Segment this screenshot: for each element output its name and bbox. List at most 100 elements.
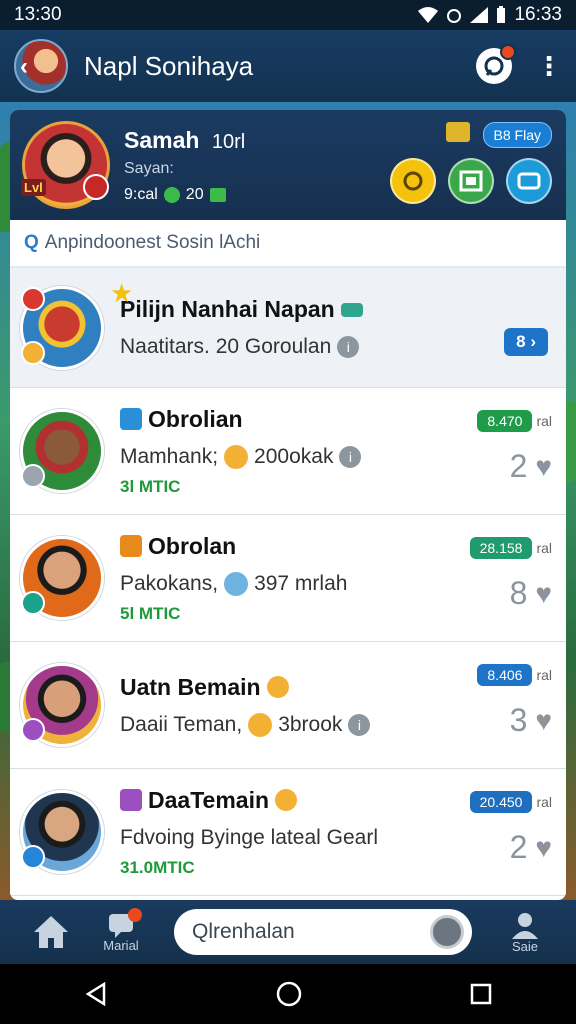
avatar[interactable] [20,409,104,493]
nav-profile[interactable]: Saie [490,911,560,954]
battery-icon [497,6,506,23]
avatar[interactable] [20,285,104,370]
chat-message-extra: 200okak [254,444,334,468]
nav-messages[interactable]: Marial [86,907,156,953]
like-count[interactable]: 3 ♥ [432,702,552,739]
status-badge [83,174,109,200]
info-icon: i [348,713,371,736]
record-button[interactable] [430,915,464,949]
coin-icon [403,171,423,191]
chat-meta: 28.158 ral 8 ♥ [432,537,552,612]
profile-header: Lvl Samah 10rl Sayan: 9:cal 20 B8 Flay [10,110,566,220]
profile-info: Samah 10rl Sayan: 9:cal 20 [124,127,245,204]
chat-title: Pilijn Nanhai Napan [120,296,556,323]
heart-icon[interactable]: ♥ [535,451,552,483]
chevron-left-icon: ‹ [20,53,28,80]
level-badge: Lvl [21,179,46,196]
like-count[interactable]: 8 ♥ [432,575,552,612]
avatar[interactable] [20,663,104,747]
info-icon: i [337,336,360,358]
list-item[interactable]: Uatn Bemain Daaii Teman, 3brook i 8.406 r… [10,642,566,769]
bottom-search-input[interactable]: Qlrenhalan [174,909,472,955]
signal-icon [470,7,489,23]
coin-button[interactable] [390,158,436,204]
time-badge: 20.450 [469,791,533,813]
status-badge [21,591,45,615]
status-badge [21,845,45,869]
stat-left: 9:cal [124,185,158,203]
star-icon: ★ [110,278,134,308]
online-icon [163,186,180,203]
list-item[interactable]: DaaTemain Fdvoing Byinge lateal Gearl 31… [10,769,566,896]
profile-count: 10rl [211,130,246,153]
photo-button[interactable] [448,158,494,204]
avatar[interactable] [20,536,104,620]
recents-square-icon[interactable] [470,983,492,1005]
pin-icon [340,302,363,317]
chat-bubble-icon [484,56,504,76]
profile-stats: 9:cal 20 [124,186,245,204]
back-button[interactable]: ‹ [14,39,68,93]
chat-message-text: Daaii Teman, [120,712,243,736]
game-button[interactable] [506,158,552,204]
status-time-left: 13:30 [14,4,62,25]
heart-icon[interactable]: ♥ [535,578,552,610]
play-button[interactable]: B8 Flay [482,122,552,148]
notification-dot [128,907,142,922]
chat-meta: 8.470 ral 2 ♥ [432,410,552,485]
wifi-icon [418,7,439,23]
list-item[interactable]: Obrolian Mamhank; 200okak i 3l MTIC 8.47… [10,388,566,515]
like-count[interactable]: 2 ♥ [432,448,552,485]
nav-profile-label: Saie [511,938,539,954]
user-icon [512,912,538,939]
avatar[interactable]: Lvl [21,121,110,209]
photo-icon [459,170,483,192]
emoji-icon [248,712,273,737]
nav-home[interactable] [16,914,86,950]
bookmark-icon [120,535,142,557]
kebab-icon[interactable]: ⋮ [536,53,562,79]
time-badge: 8.406 [477,664,533,686]
gift-icon[interactable] [446,122,470,142]
pinned-count: 8 [516,332,526,351]
search-input[interactable]: Q Anpindoonest Sosin lAchi [10,220,566,268]
like-count[interactable]: 2 ♥ [432,829,552,866]
chat-card: Lvl Samah 10rl Sayan: 9:cal 20 B8 Flay Q… [10,110,566,900]
chat-message-extra: 3brook [278,712,343,736]
avatar[interactable] [20,790,104,874]
chat-body: Pilijn Nanhai Napan Naatitars. 20 Goroul… [120,296,556,359]
unread-badge [21,286,45,311]
notification-dot [500,44,516,60]
app-bar: ‹ Napl Sonihaya ⋮ [0,30,576,102]
heart-icon[interactable]: ♥ [535,705,552,737]
home-circle-icon[interactable] [276,981,302,1007]
list-item[interactable]: Obrolan Pakokans, 397 mrlah 5l MTIC 28.1… [10,515,566,642]
chat-title-text: Pilijn Nanhai Napan [120,296,335,322]
time-badge: 28.158 [469,537,533,559]
chat-message-text: Mamhank; [120,444,219,468]
status-badge [21,464,45,488]
chat-message-text: Pakokans, [120,571,219,595]
heart-icon[interactable]: ♥ [535,832,552,864]
list-item-pinned[interactable]: ★ Pilijn Nanhai Napan Naatitars. 20 Goro… [10,268,566,388]
search-icon: Q [24,232,39,253]
profile-name: Samah 10rl [124,127,245,154]
game-icon [517,172,541,190]
status-badge [21,718,45,742]
chat-notify-button[interactable] [476,44,516,84]
back-triangle-icon[interactable] [84,982,108,1006]
app-title: Napl Sonihaya [84,50,254,81]
chat-title-text: Obrolan [148,532,237,559]
emoji-icon [224,571,249,596]
alarm-icon [447,9,462,23]
open-chat-button[interactable]: 8 › [504,328,548,356]
time-label: ral [536,540,552,556]
info-icon: i [339,445,362,468]
chat-title-text: DaaTemain [148,786,270,813]
shield-icon [120,789,142,811]
time-label: ral [536,794,552,810]
status-icons: 16:33 [418,4,562,26]
status-time-right: 16:33 [514,4,562,25]
like-count-text: 8 [509,575,528,611]
emoji-badge [21,340,45,365]
